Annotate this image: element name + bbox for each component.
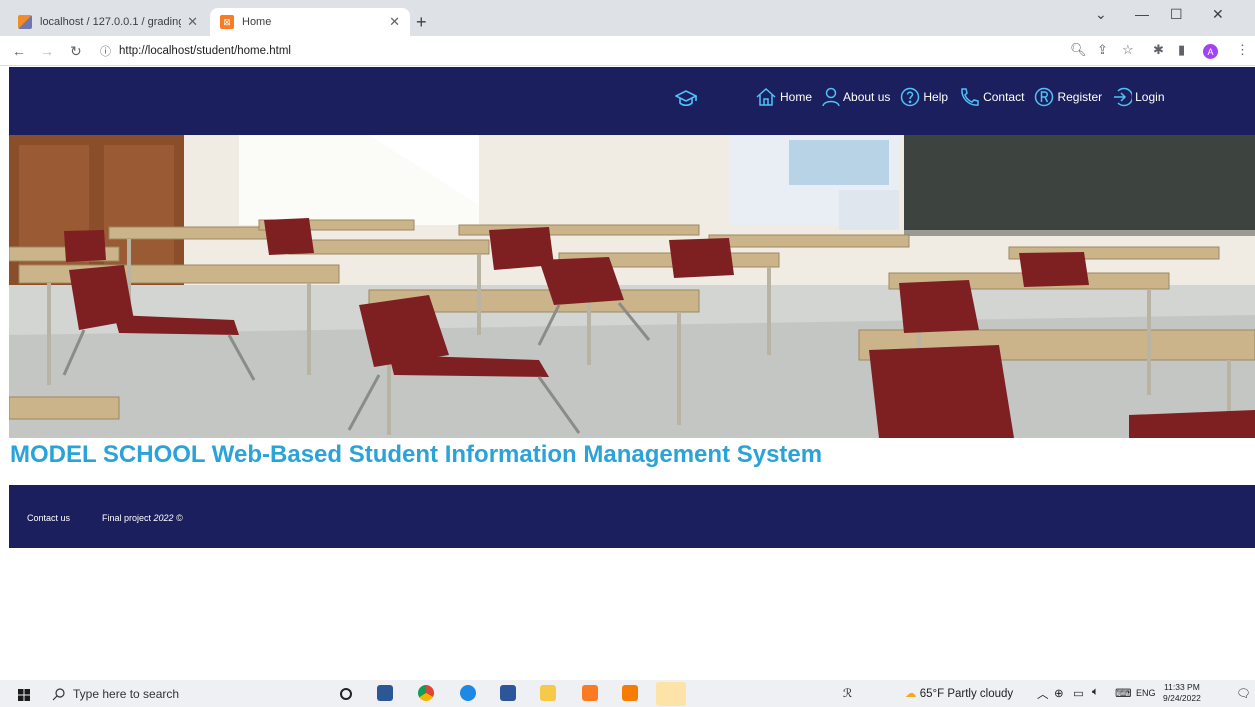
user-icon [822, 87, 840, 107]
tray-overflow-icon[interactable]: ︿ [1037, 686, 1049, 702]
xampp-taskbar-icon[interactable] [582, 685, 598, 701]
input-indicator-icon[interactable]: ⌨ [1115, 686, 1132, 700]
paint-app-icon[interactable] [656, 682, 686, 706]
nav-register[interactable]: Register [1034, 87, 1102, 107]
share-icon[interactable]: ⇪ [1097, 42, 1108, 58]
graduation-cap-icon [674, 89, 698, 114]
reload-icon[interactable]: ↻ [70, 43, 82, 60]
hero-classroom-image [9, 135, 1255, 438]
windows-taskbar: Type here to search ℛ ☁ 65°F Partly clou… [0, 680, 1255, 707]
zoom-icon[interactable]: 🔍︎ [1070, 42, 1087, 58]
login-icon [1114, 87, 1133, 107]
footer-contact-link[interactable]: Contact us [27, 513, 70, 523]
nav-login[interactable]: Login [1112, 87, 1165, 107]
extensions-icon[interactable]: ✱ [1153, 42, 1164, 58]
sidepanel-icon[interactable]: ▮ [1178, 42, 1185, 58]
calendar-app-icon[interactable] [377, 685, 393, 701]
xampp-icon: ⊠ [220, 15, 234, 29]
maximize-icon[interactable]: ☐ [1170, 6, 1183, 23]
notification-icon[interactable]: 🗨 [1236, 686, 1251, 700]
nav-help-label: Help [923, 90, 949, 104]
phone-icon [961, 88, 979, 106]
search-icon [52, 687, 65, 700]
footer-project-text: Final project 2022 © [102, 513, 183, 523]
cortana-icon[interactable] [340, 688, 352, 700]
volume-icon[interactable]: 🔈︎ [1092, 686, 1099, 699]
weather-text: 65°F Partly cloudy [919, 688, 1014, 700]
footer-year: 2022 © [153, 513, 183, 523]
browser-tab-bar: localhost / 127.0.0.1 / grading_d| ✕ ⊠ H… [0, 0, 1255, 36]
menu-icon[interactable]: ⋮ [1236, 42, 1249, 58]
nav-help[interactable]: Help [900, 87, 948, 107]
word-icon[interactable] [500, 685, 516, 701]
help-icon [901, 87, 920, 107]
clock[interactable]: 11:33 PM 9/24/2022 [1163, 682, 1201, 704]
battery-icon[interactable]: ▭ [1073, 686, 1084, 700]
taskbar-search[interactable]: Type here to search [52, 684, 179, 704]
bookmark-star-icon[interactable]: ☆ [1122, 42, 1134, 58]
close-window-icon[interactable]: ✕ [1212, 6, 1224, 23]
search-placeholder: Type here to search [73, 687, 180, 701]
registered-icon [1035, 87, 1054, 107]
close-tab-icon[interactable]: ✕ [187, 14, 198, 30]
tab-search-icon[interactable]: ⌄ [1095, 6, 1107, 23]
tab-title: localhost / 127.0.0.1 / grading_d| [40, 16, 181, 28]
nav-contact[interactable]: Contact [958, 87, 1024, 107]
forward-icon[interactable]: → [40, 43, 54, 59]
nav-about-label: About us [843, 90, 891, 104]
profile-avatar[interactable]: A [1203, 44, 1218, 59]
main-nav: Home About us Help Contact Register Logi [755, 87, 1165, 107]
page-title: MODEL SCHOOL Web-Based Student Informati… [10, 441, 823, 468]
new-tab-icon[interactable]: + [416, 12, 427, 33]
nav-home-label: Home [780, 90, 813, 104]
nav-about[interactable]: About us [822, 87, 890, 107]
nav-home[interactable]: Home [755, 87, 812, 107]
address-bar: ← → ↻ ⓘ http://localhost/student/home.ht… [0, 36, 1255, 66]
back-icon[interactable]: ← [12, 43, 26, 59]
people-icon[interactable]: ℛ [843, 686, 852, 700]
file-explorer-icon[interactable] [540, 685, 556, 701]
clock-date: 9/24/2022 [1163, 693, 1201, 703]
url-text: http://localhost/student/home.html [119, 45, 291, 57]
site-header: Home About us Help Contact Register Logi [9, 67, 1255, 135]
chrome-icon[interactable] [418, 685, 434, 701]
site-footer: Contact us Final project 2022 © [9, 485, 1255, 548]
home-icon [756, 87, 776, 106]
tab-phpmyadmin[interactable]: localhost / 127.0.0.1 / grading_d| ✕ [8, 8, 208, 36]
language-indicator[interactable]: ENG [1136, 688, 1156, 698]
info-icon[interactable]: ⓘ [100, 43, 111, 59]
url-field[interactable]: ⓘ http://localhost/student/home.html [100, 41, 291, 61]
nav-contact-label: Contact [983, 90, 1025, 104]
tab-home[interactable]: ⊠ Home ✕ [210, 8, 410, 36]
edge-icon[interactable] [460, 685, 476, 701]
network-icon[interactable]: ⊕ [1054, 686, 1064, 700]
phpmyadmin-icon [18, 15, 32, 29]
weather-icon: ☁ [905, 688, 917, 700]
close-tab-icon[interactable]: ✕ [389, 14, 400, 30]
weather-widget[interactable]: ☁ 65°F Partly cloudy [905, 686, 1013, 700]
sublime-icon[interactable] [622, 685, 638, 701]
footer-project-label: Final project [102, 513, 154, 523]
clock-time: 11:33 PM [1164, 682, 1200, 692]
windows-start-icon[interactable] [18, 688, 30, 706]
tab-title: Home [242, 16, 272, 28]
nav-register-label: Register [1057, 90, 1103, 104]
minimize-icon[interactable]: — [1135, 6, 1149, 22]
nav-login-label: Login [1135, 90, 1165, 104]
